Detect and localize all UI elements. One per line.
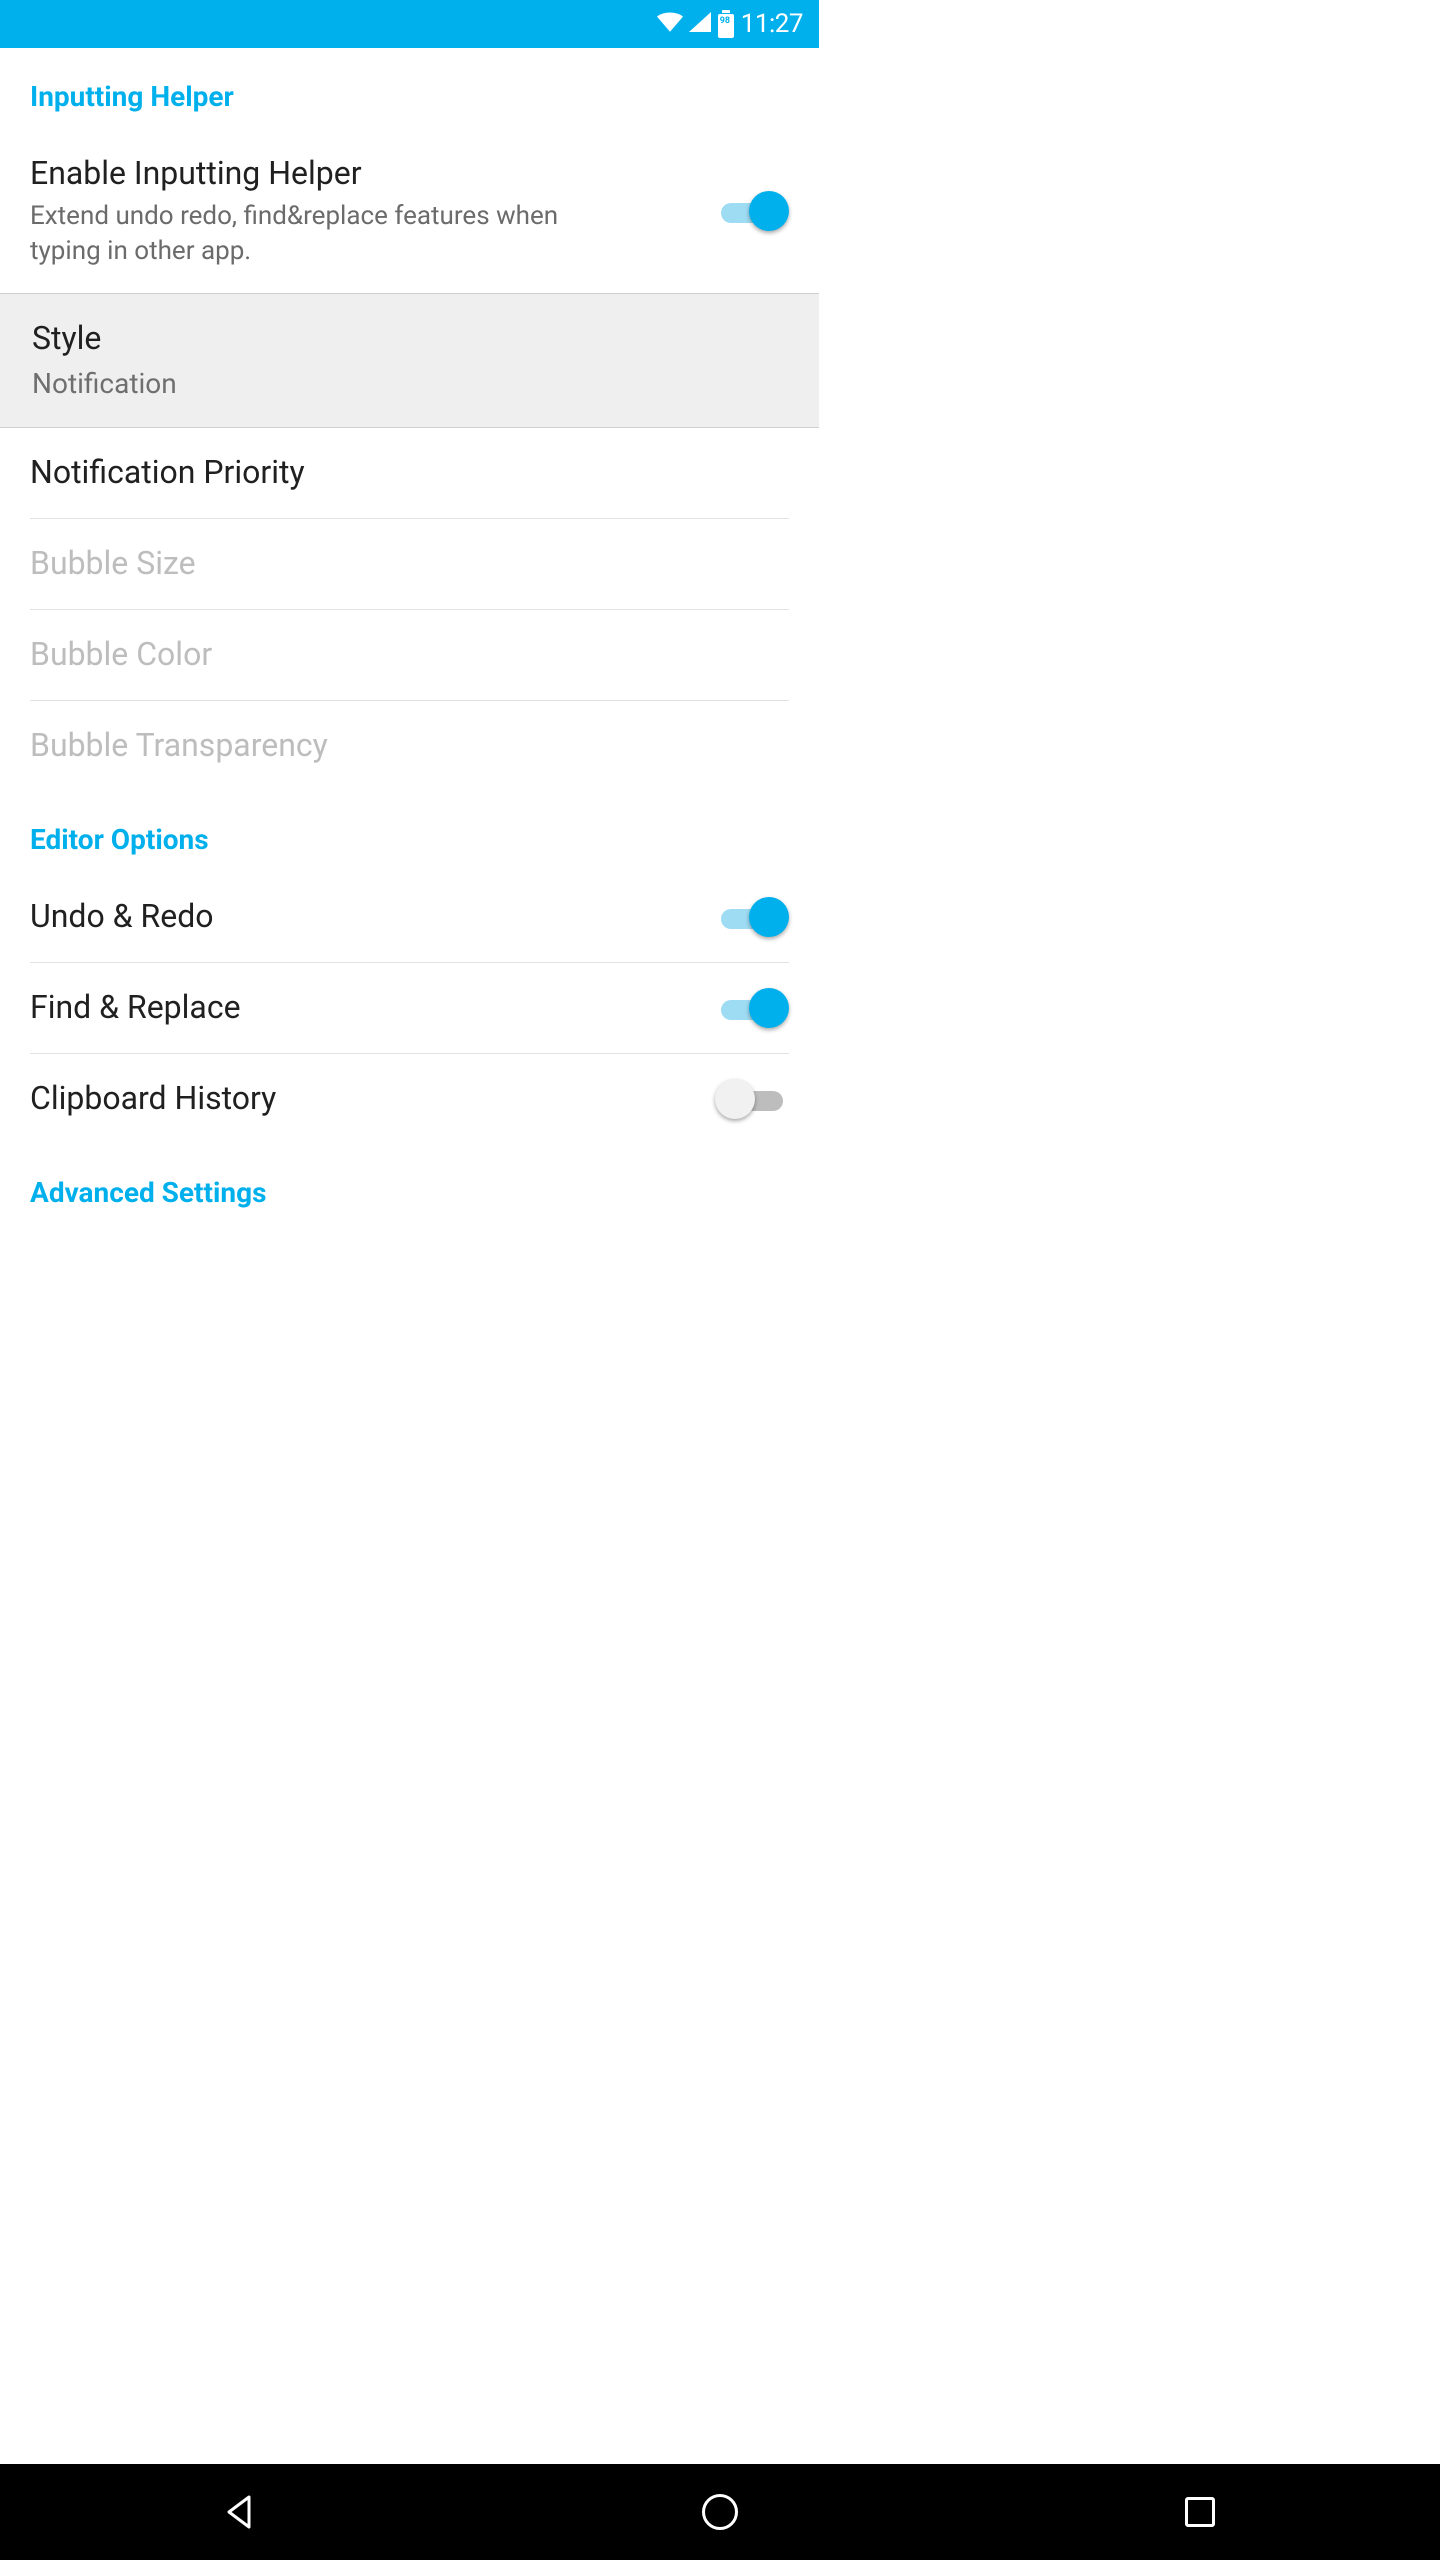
row-subtitle: Extend undo redo, find&replace features … — [30, 199, 590, 269]
row-bubble-color: Bubble Color — [30, 610, 789, 700]
row-title: Bubble Transparency — [30, 725, 789, 767]
row-title: Clipboard History — [30, 1078, 715, 1120]
home-button[interactable] — [650, 2482, 790, 2542]
section-header-inputting: Inputting Helper — [30, 48, 789, 129]
row-style[interactable]: Style Notification — [0, 293, 819, 428]
nav-bar — [0, 2464, 1440, 2560]
section-header-advanced: Advanced Settings — [30, 1144, 789, 1225]
row-notification-priority[interactable]: Notification Priority — [30, 428, 789, 518]
toggle-enable-inputting[interactable] — [715, 191, 789, 231]
row-bubble-transparency: Bubble Transparency — [30, 701, 789, 791]
row-title: Enable Inputting Helper — [30, 153, 715, 195]
row-enable-inputting[interactable]: Enable Inputting Helper Extend undo redo… — [30, 129, 789, 293]
wifi-icon — [657, 12, 683, 36]
row-title: Find & Replace — [30, 987, 715, 1029]
row-title: Style — [32, 318, 787, 360]
row-bubble-size: Bubble Size — [30, 519, 789, 609]
row-clipboard-history[interactable]: Clipboard History — [30, 1054, 789, 1144]
back-button[interactable] — [170, 2482, 310, 2542]
row-find-replace[interactable]: Find & Replace — [30, 963, 789, 1053]
status-time: 11:27 — [741, 9, 803, 39]
recents-button[interactable] — [1130, 2482, 1270, 2542]
section-header-editor: Editor Options — [30, 791, 789, 872]
toggle-clipboard-history[interactable] — [715, 1079, 789, 1119]
home-icon — [702, 2494, 738, 2530]
row-undo-redo[interactable]: Undo & Redo — [30, 872, 789, 962]
battery-icon: 98 — [717, 10, 735, 38]
signal-icon — [689, 12, 711, 36]
row-title: Bubble Color — [30, 634, 789, 676]
row-title: Undo & Redo — [30, 896, 715, 938]
toggle-find-replace[interactable] — [715, 988, 789, 1028]
recents-icon — [1185, 2497, 1215, 2527]
row-title: Notification Priority — [30, 452, 789, 494]
status-bar: 98 11:27 — [0, 0, 819, 48]
back-icon — [223, 2495, 257, 2529]
row-title: Bubble Size — [30, 543, 789, 585]
toggle-undo-redo[interactable] — [715, 897, 789, 937]
row-value: Notification — [32, 365, 592, 403]
settings-screen: Inputting Helper Enable Inputting Helper… — [0, 48, 819, 1360]
